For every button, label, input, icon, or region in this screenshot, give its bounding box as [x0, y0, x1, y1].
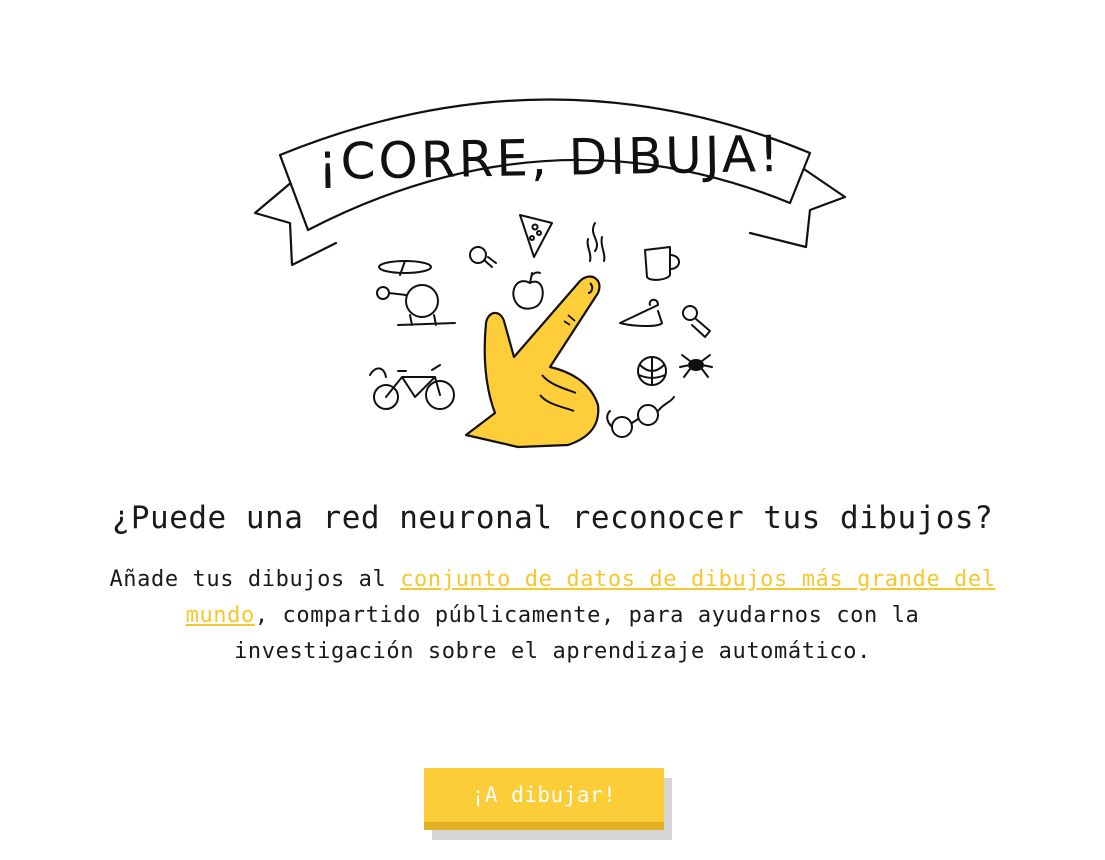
- bicycle-icon: [369, 364, 455, 410]
- start-drawing-button[interactable]: ¡A dibujar!: [424, 768, 664, 830]
- helicopter-icon: [376, 260, 456, 326]
- spider-icon: [679, 354, 713, 378]
- page-headline: ¿Puede una red neuronal reconocer tus di…: [111, 500, 994, 536]
- pushpin-icon: [682, 305, 711, 338]
- basketball-icon: [637, 356, 667, 386]
- eyeglasses-icon: [606, 396, 675, 438]
- intro-description: Añade tus dibujos al conjunto de datos d…: [100, 562, 1005, 670]
- start-drawing-button-container: ¡A dibujar!: [424, 768, 674, 840]
- banner-title: ¡CORRE, DIBUJA!: [317, 125, 782, 191]
- description-text-end: , compartido públicamente, para ayudarno…: [234, 603, 920, 664]
- hero-svg: ¡CORRE, DIBUJA!: [253, 98, 847, 449]
- pointing-hand-illustration: [464, 275, 601, 449]
- lightbulb-icon: [469, 246, 497, 268]
- pizza-icon: [519, 214, 553, 258]
- mug-icon: [644, 246, 680, 281]
- hanger-icon: [619, 298, 663, 327]
- description-text-start: Añade tus dibujos al: [109, 567, 401, 592]
- apple-icon: [512, 271, 544, 310]
- hero-illustration: ¡CORRE, DIBUJA!: [250, 75, 850, 455]
